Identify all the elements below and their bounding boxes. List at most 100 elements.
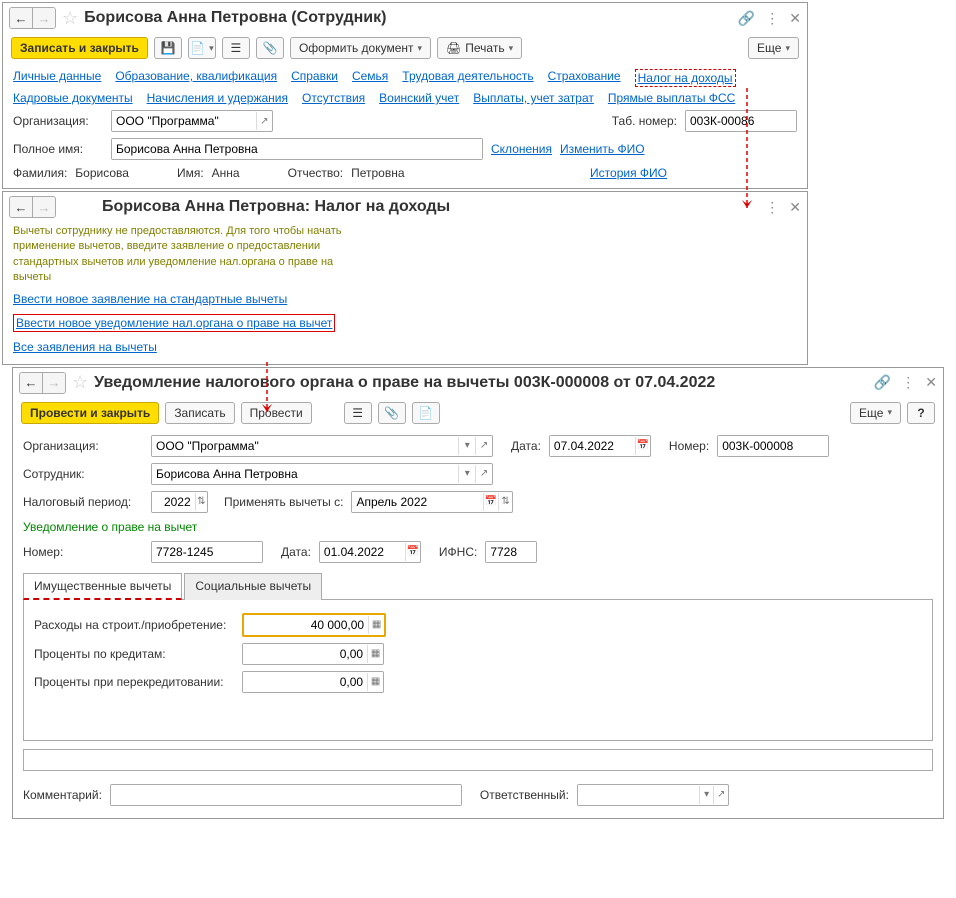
employee-label: Сотрудник: bbox=[23, 467, 143, 481]
refinance-interest-input[interactable] bbox=[243, 672, 367, 692]
number-input-3[interactable] bbox=[718, 436, 828, 456]
back-button-3[interactable]: ← bbox=[20, 373, 42, 393]
all-deduction-requests-link[interactable]: Все заявления на вычеты bbox=[13, 340, 157, 354]
close-icon[interactable]: ✕ bbox=[789, 10, 801, 27]
more-label: Еще bbox=[859, 406, 883, 420]
tax-period-label: Налоговый период: bbox=[23, 495, 143, 509]
calculator-icon[interactable]: ▦ bbox=[367, 645, 383, 663]
doc-plus-icon: 📄 bbox=[418, 406, 433, 420]
list-button-3[interactable]: ☰ bbox=[344, 402, 372, 424]
tab-accruals[interactable]: Начисления и удержания bbox=[147, 91, 288, 105]
declension-link[interactable]: Склонения bbox=[491, 142, 552, 156]
ifns-input[interactable] bbox=[486, 542, 536, 562]
more-button[interactable]: Еще ▾ bbox=[748, 37, 799, 59]
responsible-input[interactable] bbox=[578, 785, 699, 805]
tab-absences[interactable]: Отсутствия bbox=[302, 91, 365, 105]
link-icon[interactable]: 🔗 bbox=[738, 10, 755, 27]
help-button[interactable]: ? bbox=[907, 402, 935, 424]
titlebar-3: ← → ☆ Уведомление налогового органа о пр… bbox=[13, 368, 943, 398]
calculator-icon[interactable]: ▦ bbox=[367, 673, 383, 691]
tab-family[interactable]: Семья bbox=[352, 69, 388, 87]
link-icon-3[interactable]: 🔗 bbox=[874, 374, 891, 391]
spinner-icon[interactable]: ⇅ bbox=[195, 493, 207, 511]
responsible-wrap: ▾ ↗ bbox=[577, 784, 729, 806]
tab-education[interactable]: Образование, квалификация bbox=[115, 69, 277, 87]
fullname-input[interactable] bbox=[112, 139, 482, 159]
tab1-label: Имущественные вычеты bbox=[34, 579, 171, 593]
print-button[interactable]: 🖨 Печать ▾ bbox=[437, 37, 522, 59]
tab-social-deductions[interactable]: Социальные вычеты bbox=[184, 573, 322, 600]
tab-military[interactable]: Воинский учет bbox=[379, 91, 459, 105]
back-button[interactable]: ← bbox=[10, 8, 32, 28]
dropdown-icon[interactable]: ▾ bbox=[458, 465, 475, 483]
favorite-star-icon-3[interactable]: ☆ bbox=[72, 372, 88, 393]
new-doc-button[interactable]: 📄▾ bbox=[188, 37, 216, 59]
attach-button-3[interactable]: 📎 bbox=[378, 402, 406, 424]
new-standard-deduction-link[interactable]: Ввести новое заявление на стандартные вы… bbox=[13, 292, 287, 306]
tab-payments[interactable]: Выплаты, учет затрат bbox=[473, 91, 594, 105]
tab-references[interactable]: Справки bbox=[291, 69, 338, 87]
forward-button[interactable]: → bbox=[32, 8, 55, 28]
kebab-menu-icon[interactable]: ⋮ bbox=[765, 10, 779, 27]
forward-button-3[interactable]: → bbox=[42, 373, 65, 393]
save-close-button[interactable]: Записать и закрыть bbox=[11, 37, 148, 59]
save-button[interactable]: 💾 bbox=[154, 37, 182, 59]
tab-work[interactable]: Трудовая деятельность bbox=[402, 69, 533, 87]
employee-wrap: ▾ ↗ bbox=[151, 463, 493, 485]
forward-button-2[interactable]: → bbox=[32, 197, 55, 217]
save-button-3[interactable]: Записать bbox=[165, 402, 234, 424]
change-fio-link[interactable]: Изменить ФИО bbox=[560, 142, 645, 156]
close-icon-3[interactable]: ✕ bbox=[925, 374, 937, 391]
tab-fss[interactable]: Прямые выплаты ФСС bbox=[608, 91, 735, 105]
loan-interest-input[interactable] bbox=[243, 644, 367, 664]
calendar-icon[interactable]: 📅 bbox=[483, 493, 498, 511]
toolbar: Записать и закрыть 💾 📄▾ ☰ 📎 Оформить док… bbox=[3, 33, 807, 67]
create-doc-button[interactable]: Оформить документ ▾ bbox=[290, 37, 431, 59]
org-input-3[interactable] bbox=[152, 436, 458, 456]
back-button-2[interactable]: ← bbox=[10, 197, 32, 217]
org-input[interactable] bbox=[112, 111, 256, 131]
kebab-menu-icon-3[interactable]: ⋮ bbox=[901, 374, 915, 391]
construction-expenses-wrap: ▦ bbox=[242, 613, 386, 637]
tax-period-input[interactable] bbox=[152, 492, 195, 512]
construction-expenses-label: Расходы на строит./приобретение: bbox=[34, 618, 234, 632]
open-icon[interactable]: ↗ bbox=[475, 465, 492, 483]
tab-hr-docs[interactable]: Кадровые документы bbox=[13, 91, 133, 105]
new-doc-button-3[interactable]: 📄 bbox=[412, 402, 440, 424]
close-icon-2[interactable]: ✕ bbox=[789, 199, 801, 216]
attach-button[interactable]: 📎 bbox=[256, 37, 284, 59]
favorite-star-icon[interactable]: ☆ bbox=[62, 8, 78, 29]
calendar-icon[interactable]: 📅 bbox=[405, 543, 420, 561]
more-button-3[interactable]: Еще ▾ bbox=[850, 402, 901, 424]
floppy-icon: 💾 bbox=[160, 41, 175, 55]
comment-label: Комментарий: bbox=[23, 788, 102, 802]
org-open-icon[interactable]: ↗ bbox=[256, 112, 272, 130]
post-close-button[interactable]: Провести и закрыть bbox=[21, 402, 159, 424]
tab-personal[interactable]: Личные данные bbox=[13, 69, 101, 87]
dropdown-icon[interactable]: ▾ bbox=[458, 437, 475, 455]
dropdown-icon[interactable]: ▾ bbox=[699, 786, 714, 804]
kebab-menu-icon-2[interactable]: ⋮ bbox=[765, 199, 779, 216]
spinner-icon[interactable]: ⇅ bbox=[498, 493, 513, 511]
new-notification-link[interactable]: Ввести новое уведомление нал.органа о пр… bbox=[16, 316, 332, 330]
construction-expenses-input[interactable] bbox=[244, 615, 368, 635]
open-icon[interactable]: ↗ bbox=[475, 437, 492, 455]
employee-input[interactable] bbox=[152, 464, 458, 484]
post-button[interactable]: Провести bbox=[241, 402, 312, 424]
deductions-hint: Вычеты сотруднику не предоставляются. Дл… bbox=[3, 222, 383, 288]
notif-number-input[interactable] bbox=[152, 542, 262, 562]
tab-insurance[interactable]: Страхование bbox=[548, 69, 621, 87]
date-input-3[interactable] bbox=[550, 436, 635, 456]
fio-history-link[interactable]: История ФИО bbox=[590, 166, 667, 180]
tab-property-deductions[interactable]: Имущественные вычеты bbox=[23, 573, 182, 600]
calculator-icon[interactable]: ▦ bbox=[368, 616, 384, 634]
comment-input[interactable] bbox=[111, 785, 461, 805]
notif-date-input[interactable] bbox=[320, 542, 405, 562]
employee-card-window: ← → ☆ Борисова Анна Петровна (Сотрудник)… bbox=[2, 2, 808, 189]
calendar-icon[interactable]: 📅 bbox=[635, 437, 650, 455]
open-icon[interactable]: ↗ bbox=[713, 786, 728, 804]
tab-income-tax[interactable]: Налог на доходы bbox=[635, 69, 736, 87]
list-button[interactable]: ☰ bbox=[222, 37, 250, 59]
tabnum-input[interactable] bbox=[686, 111, 796, 131]
apply-from-input[interactable] bbox=[352, 492, 482, 512]
